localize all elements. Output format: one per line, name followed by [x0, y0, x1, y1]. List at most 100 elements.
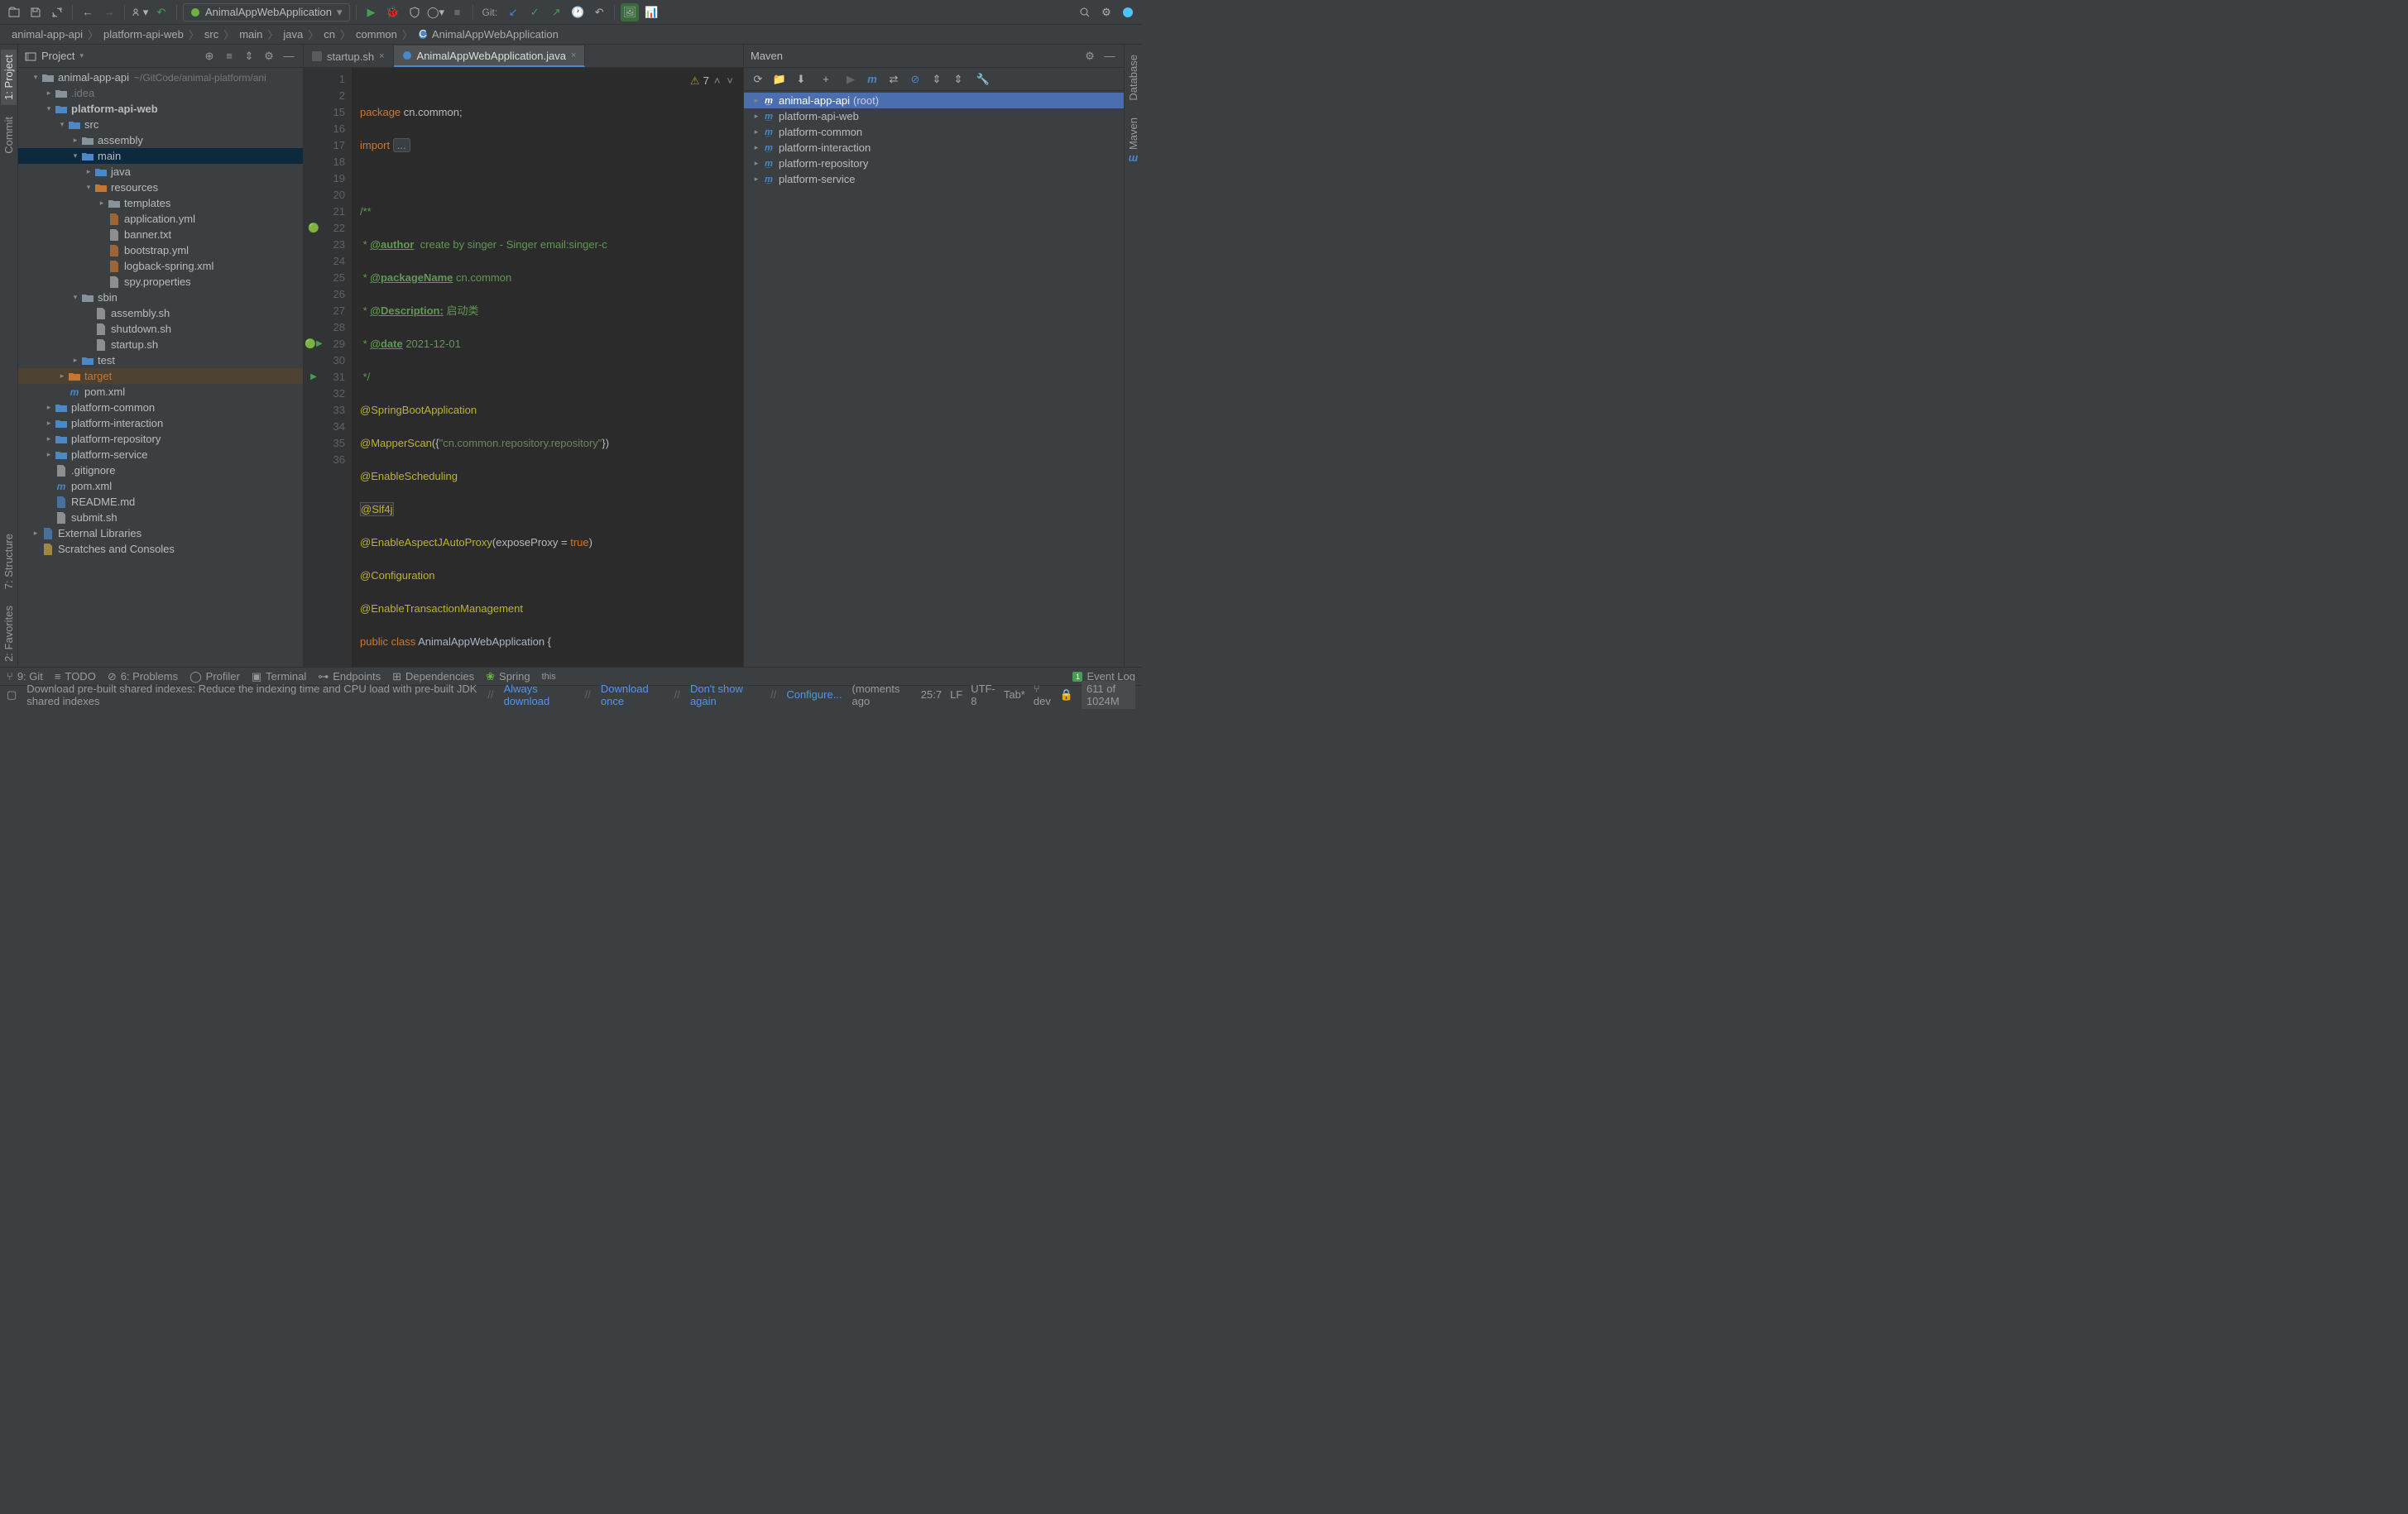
maven-toggle-icon[interactable]: ⇄: [885, 70, 903, 89]
tree-row[interactable]: ▸platform-repository: [18, 431, 303, 447]
maven-row[interactable]: ▸m̲animal-app-api(root): [744, 93, 1124, 108]
maven-reload-icon[interactable]: ⟳: [749, 70, 767, 89]
expand-icon[interactable]: ≡: [222, 49, 237, 64]
save-icon[interactable]: [26, 3, 45, 22]
git-branch[interactable]: ⑂ dev: [1034, 683, 1052, 707]
editor-gutter[interactable]: 🟢🟢▶▶ 12151617181920212223242526272829303…: [304, 68, 352, 667]
tree-row[interactable]: README.md: [18, 494, 303, 510]
profiler-icon[interactable]: ◯▾: [427, 3, 445, 22]
tree-row[interactable]: banner.txt: [18, 227, 303, 242]
crumb-0[interactable]: animal-app-api: [12, 28, 83, 41]
back-icon[interactable]: ←: [79, 3, 97, 22]
stripe-project[interactable]: 1: Project: [1, 50, 17, 105]
user-icon[interactable]: ▾: [131, 3, 149, 22]
tree-row[interactable]: ▸platform-service: [18, 447, 303, 462]
maven-m-icon[interactable]: m: [863, 70, 881, 89]
tree-row[interactable]: Scratches and Consoles: [18, 541, 303, 557]
minimize-panel-icon[interactable]: —: [281, 49, 296, 64]
tree-row[interactable]: ▾animal-app-api~/GitCode/animal-platform…: [18, 69, 303, 85]
tree-row[interactable]: mpom.xml: [18, 478, 303, 494]
line-sep[interactable]: LF: [950, 688, 962, 701]
crumb-5[interactable]: cn: [324, 28, 335, 41]
tree-row[interactable]: ▸External Libraries: [18, 525, 303, 541]
stripe-commit[interactable]: Commit: [1, 112, 17, 159]
git-revert-icon[interactable]: ↶: [590, 3, 608, 22]
maven-row[interactable]: ▸m̲platform-common: [744, 124, 1124, 140]
status-link-0[interactable]: Always download: [504, 683, 575, 707]
maven-row[interactable]: ▸m̲platform-repository: [744, 156, 1124, 171]
project-tree[interactable]: ▾animal-app-api~/GitCode/animal-platform…: [18, 68, 303, 667]
maven-settings-icon[interactable]: ⚙: [1082, 49, 1097, 64]
ide-icon[interactable]: [1119, 3, 1137, 22]
bottom-git[interactable]: ⑂9: Git: [7, 670, 43, 683]
tree-row[interactable]: submit.sh: [18, 510, 303, 525]
image-tool-icon[interactable]: 🖼: [621, 3, 639, 22]
tree-row[interactable]: spy.properties: [18, 274, 303, 290]
maven-row[interactable]: ▸m̲platform-api-web: [744, 108, 1124, 124]
collapse-icon[interactable]: ⇕: [242, 49, 257, 64]
bottom-endpoints[interactable]: ⊶Endpoints: [318, 670, 381, 683]
maven-row[interactable]: ▸m̲platform-service: [744, 171, 1124, 187]
settings-icon[interactable]: ⚙: [1097, 3, 1115, 22]
tree-row[interactable]: ▾main: [18, 148, 303, 164]
settings-panel-icon[interactable]: ⚙: [261, 49, 276, 64]
tree-row[interactable]: ▾src: [18, 117, 303, 132]
status-link-3[interactable]: Configure...: [786, 688, 842, 701]
warn-next-icon[interactable]: ˅: [725, 73, 735, 89]
tree-row[interactable]: .gitignore: [18, 462, 303, 478]
inspection-widget[interactable]: ⚠ 7 ˄ ˅: [690, 73, 735, 89]
tree-row[interactable]: ▸platform-common: [18, 400, 303, 415]
status-icon[interactable]: ▢: [7, 688, 17, 702]
tree-row[interactable]: ▸templates: [18, 195, 303, 211]
git-pull-icon[interactable]: ↙: [504, 3, 522, 22]
maven-row[interactable]: ▸m̲platform-interaction: [744, 140, 1124, 156]
maven-skip-icon[interactable]: ⊘: [906, 70, 924, 89]
tree-row[interactable]: ▸java: [18, 164, 303, 180]
tree-row[interactable]: ▸.idea: [18, 85, 303, 101]
maven-run-icon[interactable]: ▶: [842, 70, 860, 89]
crumb-2[interactable]: src: [204, 28, 218, 41]
open-icon[interactable]: [5, 3, 23, 22]
bottom-terminal[interactable]: ▣Terminal: [252, 670, 306, 683]
tree-row[interactable]: ▾sbin: [18, 290, 303, 305]
crumb-4[interactable]: java: [283, 28, 303, 41]
undo-nav-icon[interactable]: ↶: [152, 3, 170, 22]
locate-icon[interactable]: ⊕: [202, 49, 217, 64]
tree-row[interactable]: shutdown.sh: [18, 321, 303, 337]
maven-add-icon[interactable]: +: [817, 70, 835, 89]
tree-row[interactable]: ▸target: [18, 368, 303, 384]
status-link-1[interactable]: Download once: [601, 683, 664, 707]
tree-row[interactable]: bootstrap.yml: [18, 242, 303, 258]
tree-row[interactable]: assembly.sh: [18, 305, 303, 321]
git-history-icon[interactable]: 🕐: [568, 3, 587, 22]
encoding[interactable]: UTF-8: [971, 683, 995, 707]
maven-minimize-icon[interactable]: —: [1102, 49, 1117, 64]
bottom-profiler[interactable]: ◯Profiler: [189, 670, 240, 683]
status-link-2[interactable]: Don't show again: [690, 683, 760, 707]
build-icon[interactable]: 📊: [642, 3, 660, 22]
debug-icon[interactable]: 🐞: [384, 3, 402, 22]
stripe-favorites[interactable]: 2: Favorites: [1, 601, 17, 667]
maven-wrench-icon[interactable]: 🔧: [974, 70, 992, 89]
maven-tree[interactable]: ▸m̲animal-app-api(root)▸m̲platform-api-w…: [744, 91, 1124, 667]
stripe-database[interactable]: Database: [1125, 50, 1141, 106]
stripe-maven[interactable]: mMaven: [1125, 113, 1141, 170]
maven-collapse-icon[interactable]: ⇕: [928, 70, 946, 89]
editor-tab-1[interactable]: AnimalAppWebApplication.java ×: [394, 46, 586, 67]
bottom-spring[interactable]: ❀Spring: [486, 670, 530, 683]
bottom-todo[interactable]: ≡TODO: [55, 670, 96, 683]
tree-row[interactable]: ▸platform-interaction: [18, 415, 303, 431]
git-commit-icon[interactable]: ✓: [525, 3, 544, 22]
bottom-problems[interactable]: ⊘6: Problems: [108, 670, 178, 683]
crumb-7[interactable]: CAnimalAppWebApplication: [418, 28, 559, 41]
tree-row[interactable]: ▸test: [18, 352, 303, 368]
bottom-dependencies[interactable]: ⊞Dependencies: [392, 670, 474, 683]
memory-indicator[interactable]: 611 of 1024M: [1082, 681, 1135, 709]
git-push-icon[interactable]: ↗: [547, 3, 565, 22]
maven-expand-icon[interactable]: ⇕: [949, 70, 967, 89]
code-area[interactable]: ⚠ 7 ˄ ˅ package cn.common; import ... /*…: [352, 68, 743, 667]
run-icon[interactable]: ▶: [362, 3, 381, 22]
close-tab-icon[interactable]: ×: [379, 51, 384, 61]
indent[interactable]: Tab*: [1004, 688, 1025, 701]
warn-prev-icon[interactable]: ˄: [712, 73, 722, 89]
